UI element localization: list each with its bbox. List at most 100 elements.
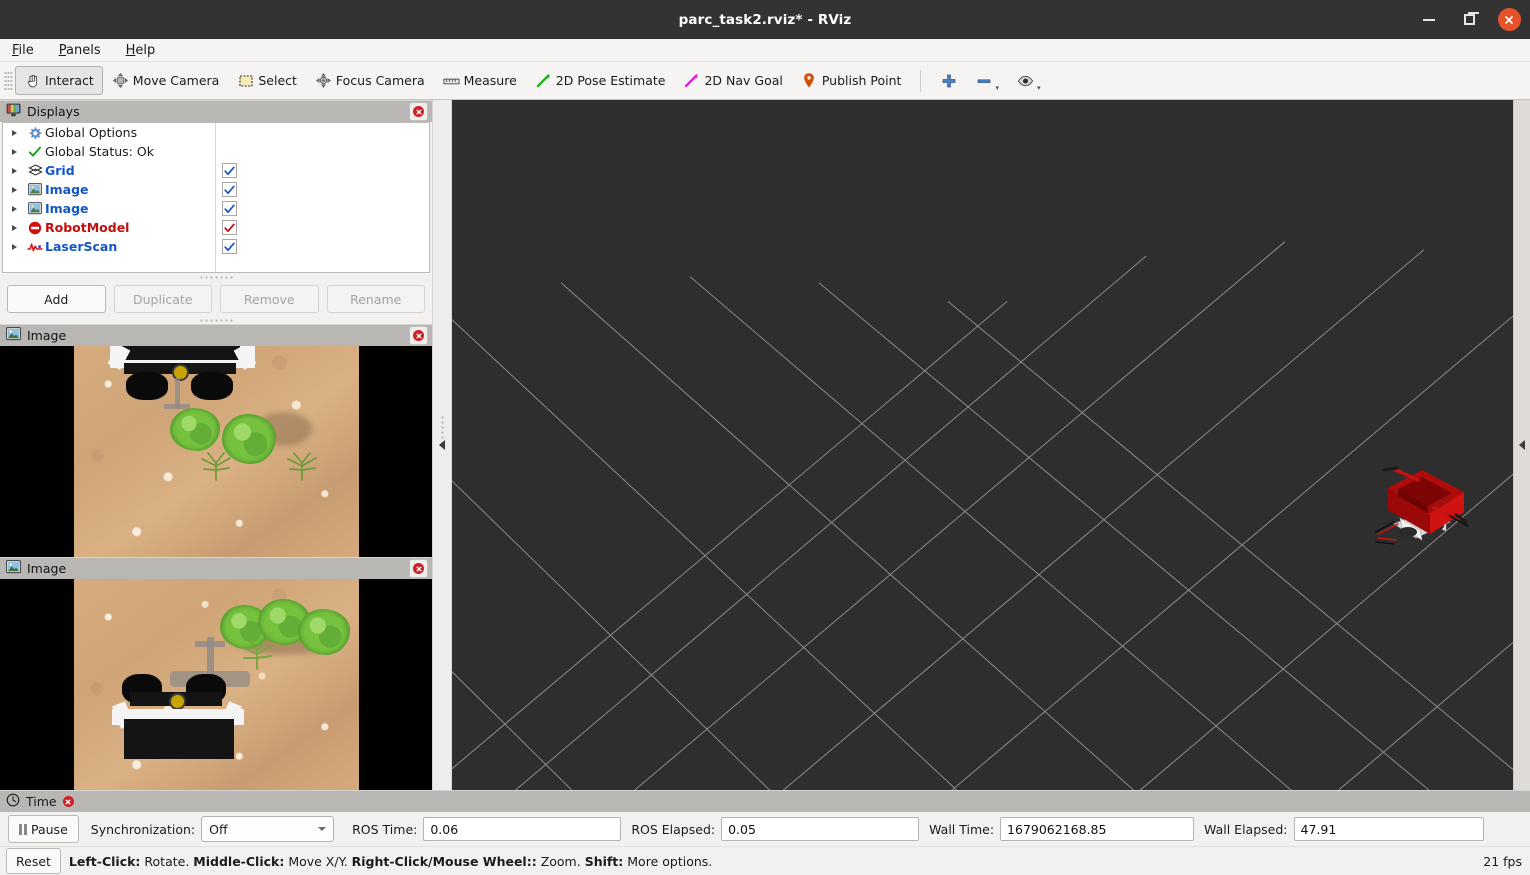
displays-tree[interactable]: Global Options Global Status: Ok Grid Im…	[2, 122, 430, 273]
panel-divider-grip[interactable]	[1, 316, 431, 324]
robot-body-top	[123, 719, 234, 759]
grid-visibility-checkbox[interactable]	[222, 163, 237, 178]
menu-panels[interactable]: Panels	[57, 42, 103, 59]
expand-arrow-icon[interactable]	[3, 186, 25, 193]
chevron-down-icon: ▾	[995, 84, 999, 92]
tree-item-image-1[interactable]: Image	[3, 180, 429, 199]
tree-item-image-2[interactable]: Image	[3, 199, 429, 218]
expand-arrow-icon[interactable]	[3, 224, 25, 231]
synchronization-value: Off	[209, 821, 228, 837]
tree-item-global-status[interactable]: Global Status: Ok	[3, 142, 429, 161]
tree-item-laserscan[interactable]: LaserScan	[3, 237, 429, 256]
close-icon	[413, 330, 424, 341]
robot-center-marker	[168, 693, 186, 710]
tool-interact[interactable]: Interact	[15, 66, 103, 95]
ros-elapsed-field[interactable]: 0.05	[721, 817, 920, 841]
toolbar-remove-tool-button[interactable]: ▾	[966, 66, 1008, 95]
menu-help-label: elp	[135, 42, 156, 58]
pause-button-label: Pause	[31, 821, 68, 837]
robot-wheel-left	[125, 372, 168, 400]
tool-publish-point-label: Publish Point	[821, 73, 902, 88]
hint-shift-value: More options.	[623, 853, 713, 869]
tool-publish-point[interactable]: Publish Point	[792, 66, 911, 95]
move-camera-icon	[112, 72, 129, 89]
displays-button-row: Add Duplicate Remove Rename	[1, 281, 431, 316]
tree-item-robotmodel[interactable]: RobotModel	[3, 218, 429, 237]
remove-display-button[interactable]: Remove	[220, 285, 319, 313]
tree-item-label: Global Options	[45, 125, 138, 140]
tool-2d-pose-estimate[interactable]: 2D Pose Estimate	[526, 66, 675, 95]
hint-left-click-value: Rotate.	[140, 853, 194, 869]
time-panel: Time Pause Synchronization: Off ROS Time…	[0, 790, 1530, 875]
menu-file-label: ile	[18, 42, 34, 58]
laserscan-visibility-checkbox[interactable]	[222, 239, 237, 254]
left-dock-splitter[interactable]	[432, 100, 452, 790]
expand-arrow-icon[interactable]	[3, 243, 25, 250]
close-icon	[62, 796, 74, 807]
rename-display-button[interactable]: Rename	[326, 285, 425, 313]
synchronization-label: Synchronization:	[90, 821, 196, 837]
chevron-down-icon	[318, 827, 327, 831]
tool-measure-label: Measure	[463, 73, 517, 88]
expand-arrow-icon[interactable]	[3, 129, 25, 136]
toolbar-views-button[interactable]: ▾	[1008, 66, 1050, 95]
map-pin-icon	[801, 72, 818, 89]
reset-button[interactable]: Reset	[6, 848, 61, 874]
tool-move-camera[interactable]: Move Camera	[103, 66, 229, 95]
focus-camera-icon	[315, 72, 332, 89]
displays-panel-title: Displays	[27, 104, 80, 119]
toolbar-grip[interactable]	[4, 69, 13, 92]
tree-item-label: Image	[45, 201, 89, 216]
wall-elapsed-label: Wall Elapsed:	[1204, 821, 1288, 837]
expand-arrow-icon[interactable]	[3, 205, 25, 212]
displays-panel-close-button[interactable]	[409, 102, 428, 121]
expand-arrow-icon[interactable]	[3, 148, 25, 155]
close-button[interactable]	[1496, 7, 1522, 33]
tool-2d-nav-goal-label: 2D Nav Goal	[704, 73, 783, 88]
menu-panels-label: anels	[66, 42, 101, 58]
displays-resize-grip[interactable]	[1, 273, 431, 281]
add-display-button[interactable]: Add	[7, 285, 106, 313]
robotmodel-visibility-checkbox[interactable]	[222, 220, 237, 235]
minimize-button[interactable]	[1416, 7, 1442, 33]
menu-file[interactable]: File	[10, 42, 36, 59]
right-dock-splitter[interactable]	[1513, 100, 1530, 790]
synchronization-select[interactable]: Off	[201, 816, 335, 842]
duplicate-display-button[interactable]: Duplicate	[113, 285, 212, 313]
image-2-visibility-checkbox[interactable]	[222, 201, 237, 216]
robot-wheel-right	[190, 372, 233, 400]
image-panel-2: Image	[0, 557, 432, 790]
wall-elapsed-field[interactable]: 47.91	[1293, 817, 1484, 841]
tool-select[interactable]: Select	[228, 66, 306, 95]
image-panel-1: Image	[0, 324, 432, 557]
window-controls	[1416, 0, 1522, 39]
tree-item-label: Global Status: Ok	[45, 144, 154, 159]
image-panel-2-view[interactable]	[0, 579, 432, 790]
image-panel-1-close-button[interactable]	[409, 326, 428, 345]
splitter-grip	[440, 415, 444, 441]
wall-time-field[interactable]: 1679062168.85	[1000, 817, 1195, 841]
tool-measure[interactable]: Measure	[434, 66, 526, 95]
tool-2d-nav-goal[interactable]: 2D Nav Goal	[674, 66, 791, 95]
expand-arrow-icon[interactable]	[3, 167, 25, 174]
maximize-button[interactable]	[1456, 7, 1482, 33]
minus-icon	[975, 72, 992, 89]
tree-checkbox-cell	[216, 237, 237, 256]
toolbar-add-tool-button[interactable]	[931, 66, 966, 95]
clock-icon	[6, 793, 20, 810]
image-icon	[6, 327, 21, 344]
wall-time-label: Wall Time:	[929, 821, 995, 837]
tree-item-grid[interactable]: Grid	[3, 161, 429, 180]
ros-time-field[interactable]: 0.06	[423, 817, 622, 841]
menu-help[interactable]: Help	[124, 42, 158, 59]
tree-item-global-options[interactable]: Global Options	[3, 123, 429, 142]
pause-button[interactable]: Pause	[8, 815, 79, 843]
tree-item-label: LaserScan	[45, 239, 118, 254]
image-1-visibility-checkbox[interactable]	[222, 182, 237, 197]
render-view-3d[interactable]	[452, 100, 1513, 790]
gear-icon	[25, 126, 45, 140]
image-panel-2-close-button[interactable]	[409, 559, 428, 578]
tool-focus-camera[interactable]: Focus Camera	[306, 66, 434, 95]
image-panel-1-view[interactable]	[0, 346, 432, 557]
time-panel-close-button[interactable]	[62, 796, 74, 807]
